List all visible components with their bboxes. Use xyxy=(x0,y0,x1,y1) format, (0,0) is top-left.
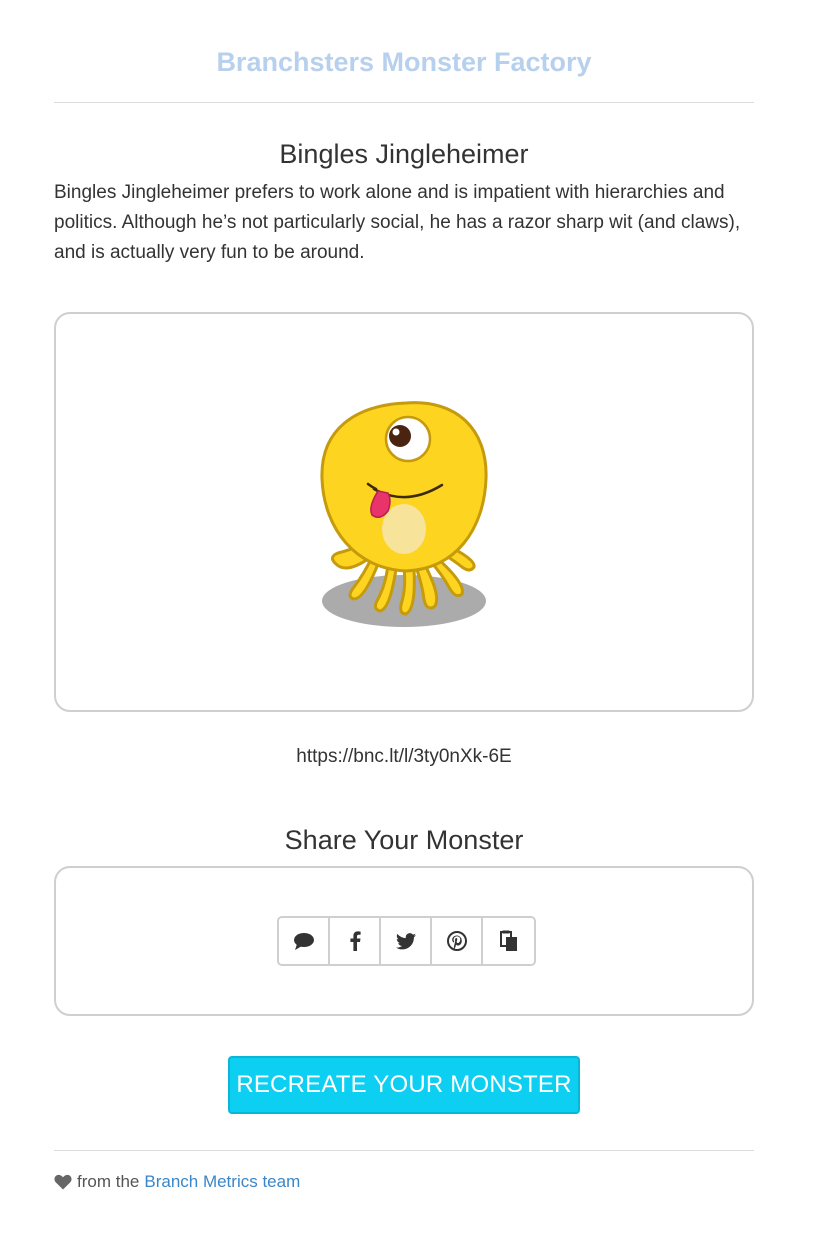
monster-image xyxy=(320,401,488,627)
branch-metrics-team-link[interactable]: Branch Metrics team xyxy=(144,1172,300,1192)
monster-link[interactable]: https://bnc.lt/l/3ty0nXk-6E xyxy=(54,742,754,772)
twitter-icon xyxy=(395,932,416,949)
heart-icon xyxy=(54,1174,72,1190)
monster-name: Bingles Jingleheimer xyxy=(279,139,529,169)
top-divider xyxy=(54,102,754,103)
footer-prefix: from the xyxy=(77,1172,140,1191)
share-copy-button[interactable] xyxy=(483,918,534,964)
share-card xyxy=(54,866,754,1016)
facebook-icon xyxy=(349,931,361,951)
monster-pupil xyxy=(389,425,411,447)
share-heading: Share Your Monster xyxy=(284,825,524,855)
share-button-group xyxy=(277,916,536,966)
monster-description: Bingles Jingleheimer prefers to work alo… xyxy=(54,182,741,263)
monster-belly xyxy=(382,504,426,554)
share-pinterest-button[interactable] xyxy=(432,918,483,964)
monster-image-card xyxy=(54,312,754,712)
share-twitter-button[interactable] xyxy=(381,918,432,964)
site-title: Branchsters Monster Factory xyxy=(216,47,592,77)
recreate-monster-button[interactable]: RECREATE YOUR MONSTER xyxy=(228,1056,580,1114)
bottom-divider xyxy=(54,1150,754,1151)
pinterest-icon xyxy=(446,931,467,951)
share-facebook-button[interactable] xyxy=(330,918,381,964)
share-sms-button[interactable] xyxy=(279,918,330,964)
sms-speech-bubble-icon xyxy=(293,933,314,950)
copy-clipboard-icon xyxy=(499,930,517,951)
footer: from the Branch Metrics team xyxy=(54,1170,300,1194)
